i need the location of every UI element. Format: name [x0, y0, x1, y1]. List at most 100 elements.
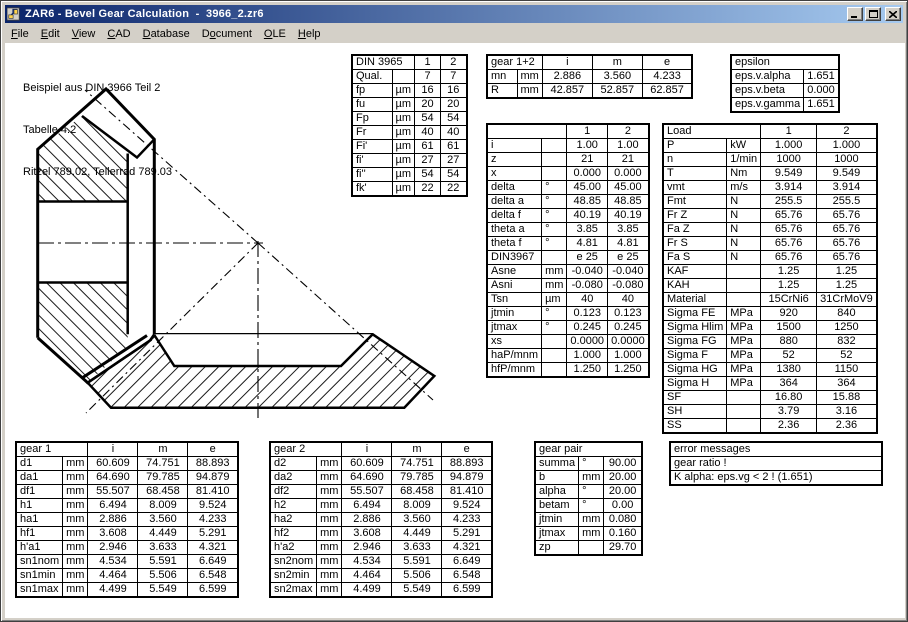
cell: ha1: [16, 513, 63, 527]
cell: [542, 153, 567, 167]
cell: 21: [567, 153, 608, 167]
cell: mm: [317, 499, 342, 513]
cell: da2: [270, 471, 317, 485]
cell: mm: [63, 513, 88, 527]
cell: 4.233: [188, 513, 238, 527]
table-epsilon: epsiloneps.v.alpha1.651eps.v.beta0.000ep…: [730, 54, 840, 113]
cell: N: [727, 223, 761, 237]
cell: 5.591: [392, 555, 442, 569]
cell: [542, 335, 567, 349]
cell: -0.040: [608, 265, 649, 279]
menu-item-document[interactable]: Document: [196, 26, 258, 42]
cell: 4.464: [342, 569, 392, 583]
cell: alpha: [535, 485, 579, 499]
cell: 40: [441, 126, 467, 140]
cell: 0.000: [804, 84, 839, 98]
cell: 42.857: [542, 84, 592, 99]
title-bar[interactable]: ZAR6 - Bevel Gear Calculation - 3966_2.z…: [5, 5, 903, 23]
cell: Fp: [352, 112, 392, 126]
menu-item-file[interactable]: File: [5, 26, 35, 42]
maximize-button[interactable]: [865, 7, 881, 21]
cell: mm: [579, 527, 604, 541]
cell: 6.599: [188, 583, 238, 598]
cell: µm: [392, 168, 415, 182]
cell: Sigma HG: [663, 363, 727, 377]
cell: 54: [415, 112, 441, 126]
cell: 3.633: [392, 541, 442, 555]
cell: 832: [817, 335, 877, 349]
menu-item-ole[interactable]: OLE: [258, 26, 292, 42]
cell: 3.560: [392, 513, 442, 527]
cell: 2: [441, 55, 467, 70]
cell: 1.000: [567, 349, 608, 363]
cell: 3.85: [608, 223, 649, 237]
menu-item-help[interactable]: Help: [292, 26, 327, 42]
cell: 65.76: [761, 251, 817, 265]
cell: µm: [392, 140, 415, 154]
cell: betam: [535, 499, 579, 513]
cell: 0.000: [608, 167, 649, 181]
cell: µm: [542, 293, 567, 307]
cell: 65.76: [761, 209, 817, 223]
cell: Qual.: [352, 70, 392, 84]
cell: °: [542, 307, 567, 321]
cell: 0.0000: [567, 335, 608, 349]
cell: 16: [441, 84, 467, 98]
cell: i: [88, 442, 138, 457]
cell: sn2nom: [270, 555, 317, 569]
cell: 61: [441, 140, 467, 154]
cell: Sigma FG: [663, 335, 727, 349]
cell: 1000: [817, 153, 877, 167]
menu-item-view[interactable]: View: [66, 26, 102, 42]
cell: x: [487, 167, 542, 181]
minimize-icon: [851, 11, 859, 18]
cell: N: [727, 209, 761, 223]
cell: 4.449: [392, 527, 442, 541]
cell: 65.76: [817, 223, 877, 237]
cell: mm: [63, 471, 88, 485]
cell: Fr Z: [663, 209, 727, 223]
cell: e: [642, 55, 692, 70]
cell: 81.410: [188, 485, 238, 499]
cell: 1/min: [727, 153, 761, 167]
menu-item-cad[interactable]: CAD: [101, 26, 136, 42]
cell: 2: [817, 124, 877, 139]
cell: 79.785: [392, 471, 442, 485]
cell: 4.464: [88, 569, 138, 583]
cell: 1: [761, 124, 817, 139]
cell: gear 2: [270, 442, 342, 457]
cell: m: [392, 442, 442, 457]
minimize-button[interactable]: [847, 7, 863, 21]
cell: mm: [542, 265, 567, 279]
cell: m: [592, 55, 642, 70]
cell: jtmin: [535, 513, 579, 527]
cell: mm: [317, 569, 342, 583]
cell: 7: [415, 70, 441, 84]
cell: 0.080: [604, 513, 642, 527]
cell: 60.609: [88, 457, 138, 471]
cell: 15.88: [817, 391, 877, 405]
cell: [727, 405, 761, 419]
cell: -0.040: [567, 265, 608, 279]
cell: 1: [567, 124, 608, 139]
close-button[interactable]: [885, 7, 901, 21]
cell: Fa S: [663, 251, 727, 265]
cell: [727, 391, 761, 405]
client-area: Beispiel aus DIN 3966 Teil 2 Tabelle 4.2…: [5, 43, 905, 618]
cell: 3.608: [342, 527, 392, 541]
menu-item-edit[interactable]: Edit: [35, 26, 66, 42]
cell: 5.291: [442, 527, 492, 541]
cell: 94.879: [442, 471, 492, 485]
cell: 40.19: [608, 209, 649, 223]
table-error-messages: error messagesgear ratio !K alpha: eps.v…: [669, 441, 883, 486]
cell: 0.123: [567, 307, 608, 321]
cell: Load: [663, 124, 761, 139]
cell: 40: [415, 126, 441, 140]
cell: 1500: [761, 321, 817, 335]
cell: 364: [817, 377, 877, 391]
cell: 1250: [817, 321, 877, 335]
cell: theta f: [487, 237, 542, 251]
menu-item-database[interactable]: Database: [137, 26, 196, 42]
cell: h2: [270, 499, 317, 513]
cell: 1.000: [761, 139, 817, 153]
